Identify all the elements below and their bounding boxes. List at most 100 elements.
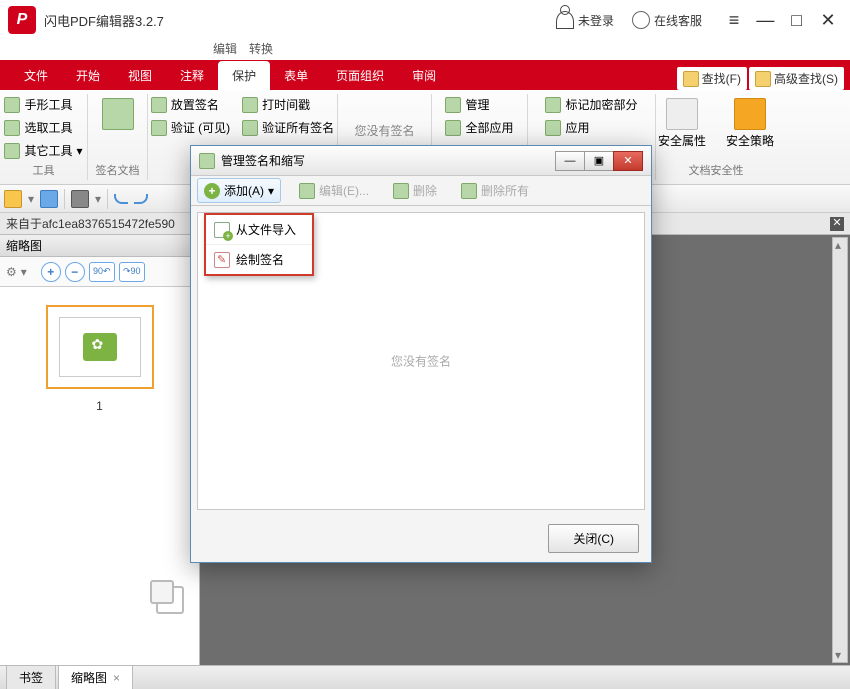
vertical-scrollbar[interactable] xyxy=(832,237,848,663)
tab-comment[interactable]: 注释 xyxy=(166,61,218,90)
tab-review[interactable]: 审阅 xyxy=(398,61,450,90)
menu-edit[interactable]: 编辑 xyxy=(213,40,237,60)
mark-redaction[interactable]: 标记加密部分 xyxy=(541,94,641,115)
empty-state-label: 您没有签名 xyxy=(391,353,451,370)
smile-icon xyxy=(632,11,650,29)
gear-icon[interactable]: ⚙ xyxy=(6,265,17,279)
apply-icon xyxy=(545,120,561,136)
hand-tool[interactable]: 手形工具 xyxy=(0,94,86,115)
dialog-close-footer-button[interactable]: 关闭(C) xyxy=(548,524,639,553)
chevron-down-icon[interactable]: ▾ xyxy=(28,192,34,206)
place-sig-icon xyxy=(151,97,167,113)
dialog-icon xyxy=(199,153,215,169)
import-icon xyxy=(214,222,230,238)
redo-icon[interactable] xyxy=(134,194,148,204)
zoom-out-button[interactable]: − xyxy=(65,262,85,282)
edit-signature-button[interactable]: 编辑(E)... xyxy=(293,179,375,202)
manage-signatures[interactable]: 管理 xyxy=(441,94,517,115)
thumbnail-image xyxy=(59,317,141,377)
group-label-sigdoc: 签名文档 xyxy=(96,162,140,180)
close-tab-icon[interactable]: × xyxy=(113,671,120,685)
tab-thumbnails[interactable]: 缩略图× xyxy=(58,665,133,689)
manage-signatures-dialog: 管理签名和缩写 — ▣ ✕ + 添加(A) ▾ 编辑(E)... 删除 删除所有… xyxy=(190,145,652,563)
page-number-label: 1 xyxy=(18,399,181,413)
document-filename: 来自于afc1ea8376515472fe590 xyxy=(6,215,175,232)
mark-icon xyxy=(545,97,561,113)
person-icon xyxy=(556,11,574,29)
wrench-icon xyxy=(4,143,20,159)
verify-icon xyxy=(151,120,167,136)
add-signature-button[interactable]: + 添加(A) ▾ xyxy=(197,178,281,203)
doc-icon xyxy=(666,98,698,130)
login-button[interactable]: 未登录 xyxy=(556,11,614,29)
security-attributes[interactable]: 安全属性 xyxy=(650,94,714,153)
shield-icon xyxy=(734,98,766,130)
dialog-close-button[interactable]: ✕ xyxy=(613,151,643,171)
security-policy[interactable]: 安全策略 xyxy=(718,94,782,153)
verify-all[interactable]: 验证所有签名 xyxy=(238,117,338,138)
app-title: 闪电PDF编辑器3.2.7 xyxy=(44,11,164,30)
verify-visible[interactable]: 验证 (可见) xyxy=(147,117,234,138)
other-tools[interactable]: 其它工具▾ xyxy=(0,140,86,161)
tab-view[interactable]: 视图 xyxy=(114,61,166,90)
delete-all-icon xyxy=(461,183,477,199)
menu-icon[interactable]: ≡ xyxy=(720,10,748,31)
group-label-security: 文档安全性 xyxy=(689,162,744,180)
draw-icon xyxy=(214,252,230,268)
dialog-title: 管理签名和缩写 xyxy=(221,152,305,169)
close-button[interactable]: ✕ xyxy=(814,10,842,31)
hand-icon xyxy=(4,97,20,113)
tab-protect[interactable]: 保护 xyxy=(218,61,270,90)
group-label-tools: 工具 xyxy=(33,162,55,180)
no-signature-label: 您没有签名 xyxy=(354,122,414,139)
print-icon[interactable] xyxy=(71,190,89,208)
delete-all-button[interactable]: 删除所有 xyxy=(455,179,535,202)
timestamp[interactable]: 打时间戳 xyxy=(238,94,338,115)
thumbnails-header: 缩略图 xyxy=(6,237,42,254)
select-tool[interactable]: 选取工具 xyxy=(0,117,86,138)
chevron-down-icon: ▾ xyxy=(268,184,274,198)
tab-start[interactable]: 开始 xyxy=(62,61,114,90)
sign-document[interactable] xyxy=(94,94,142,134)
login-label: 未登录 xyxy=(578,12,614,29)
minimize-button[interactable]: — xyxy=(751,10,779,31)
import-from-file-item[interactable]: 从文件导入 xyxy=(206,215,312,245)
tab-form[interactable]: 表单 xyxy=(270,61,322,90)
tab-file[interactable]: 文件 xyxy=(10,61,62,90)
delete-signature-button[interactable]: 删除 xyxy=(387,179,443,202)
copy-icon[interactable] xyxy=(156,586,184,614)
save-icon[interactable] xyxy=(40,190,58,208)
rotate-ccw-button[interactable]: 90↶ xyxy=(89,262,115,282)
find-icon xyxy=(683,71,699,87)
online-service-button[interactable]: 在线客服 xyxy=(632,11,702,29)
page-thumbnail-1[interactable] xyxy=(46,305,154,389)
document-close-button[interactable]: ✕ xyxy=(830,217,844,231)
find-button[interactable]: 查找(F) xyxy=(677,67,747,90)
apply-redaction[interactable]: 应用 xyxy=(541,117,641,138)
select-icon xyxy=(4,120,20,136)
open-icon[interactable] xyxy=(4,190,22,208)
tab-organize[interactable]: 页面组织 xyxy=(322,61,398,90)
chevron-down-icon[interactable]: ▾ xyxy=(95,192,101,206)
place-signature[interactable]: 放置签名 xyxy=(147,94,234,115)
service-label: 在线客服 xyxy=(654,12,702,29)
apply-all-icon xyxy=(445,120,461,136)
dialog-minimize-button[interactable]: — xyxy=(555,151,585,171)
undo-icon[interactable] xyxy=(114,194,128,204)
advanced-find-button[interactable]: 高级查找(S) xyxy=(749,67,844,90)
delete-icon xyxy=(393,183,409,199)
manage-icon xyxy=(445,97,461,113)
verify-all-icon xyxy=(242,120,258,136)
adv-find-icon xyxy=(755,71,771,87)
menu-convert[interactable]: 转换 xyxy=(249,40,273,60)
plus-icon: + xyxy=(204,183,220,199)
zoom-in-button[interactable]: + xyxy=(41,262,61,282)
maximize-button[interactable]: □ xyxy=(783,10,811,31)
apply-all[interactable]: 全部应用 xyxy=(441,117,517,138)
draw-signature-item[interactable]: 绘制签名 xyxy=(206,245,312,274)
rotate-cw-button[interactable]: ↷90 xyxy=(119,262,145,282)
dialog-maximize-button[interactable]: ▣ xyxy=(584,151,614,171)
tab-bookmarks[interactable]: 书签 xyxy=(6,665,56,689)
app-logo: P xyxy=(8,6,36,34)
chevron-down-icon: ▾ xyxy=(77,144,83,158)
